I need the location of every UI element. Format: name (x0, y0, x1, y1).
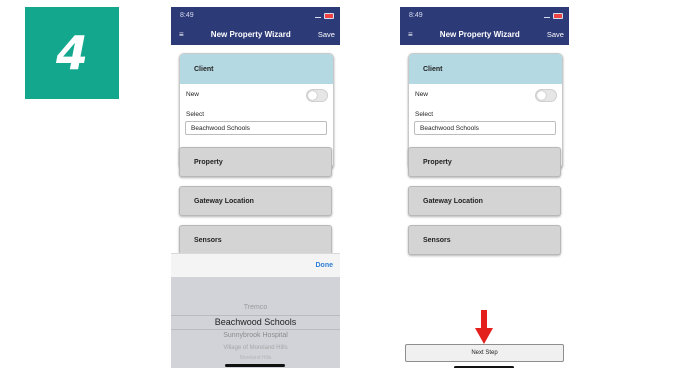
battery-icon (324, 12, 334, 19)
new-client-toggle[interactable] (306, 89, 328, 102)
new-label: New (186, 91, 200, 98)
client-header[interactable]: Client (180, 54, 333, 84)
sensors-section[interactable]: Sensors (408, 225, 561, 255)
gateway-location-section[interactable]: Gateway Location (179, 186, 332, 216)
step-badge: 4 (25, 7, 119, 99)
navbar: ≡ New Property Wizard Save (171, 24, 340, 45)
client-select-field[interactable]: Beachwood Schools (414, 121, 556, 135)
picker-option[interactable]: Tremco (171, 304, 340, 311)
picker-toolbar: Done (171, 253, 340, 277)
select-label: Select (415, 111, 434, 118)
picker-option-selected[interactable]: Beachwood Schools (171, 317, 340, 327)
phone-screen-right: 8:49 ≡ New Property Wizard Save Client N… (400, 7, 569, 368)
phone-screen-left: 8:49 ≡ New Property Wizard Save Client N… (171, 7, 340, 368)
page-title: New Property Wizard (210, 30, 291, 39)
status-bar: 8:49 (400, 7, 569, 24)
property-section[interactable]: Property (408, 147, 561, 177)
save-button[interactable]: Save (547, 30, 564, 39)
status-icons (315, 12, 334, 19)
toggle-knob (537, 91, 546, 100)
status-bar: 8:49 (171, 7, 340, 24)
navbar: ≡ New Property Wizard Save (400, 24, 569, 45)
menu-icon[interactable]: ≡ (179, 30, 184, 39)
new-label: New (415, 91, 429, 98)
battery-icon (553, 12, 563, 19)
new-client-toggle[interactable] (535, 89, 557, 102)
picker-option[interactable]: Village of Moreland Hills (171, 345, 340, 351)
page-title: New Property Wizard (439, 30, 520, 39)
wifi-icon (544, 13, 550, 18)
picker-selection-line (171, 329, 340, 330)
sensors-section[interactable]: Sensors (179, 225, 332, 255)
step-number: 4 (55, 26, 88, 80)
client-select-field[interactable]: Beachwood Schools (185, 121, 327, 135)
save-button[interactable]: Save (318, 30, 335, 39)
picker-option[interactable]: Moreland Hills (171, 355, 340, 361)
client-picker-wheel[interactable]: Tremco Beachwood Schools Sunnybrook Hosp… (171, 277, 340, 368)
toggle-knob (308, 91, 317, 100)
next-step-button[interactable]: Next Step (405, 344, 564, 362)
home-indicator (225, 364, 285, 367)
status-time: 8:49 (409, 12, 423, 19)
status-icons (544, 12, 563, 19)
client-header[interactable]: Client (409, 54, 562, 84)
select-label: Select (186, 111, 205, 118)
gateway-location-section[interactable]: Gateway Location (408, 186, 561, 216)
done-button[interactable]: Done (316, 262, 334, 269)
menu-icon[interactable]: ≡ (408, 30, 413, 39)
red-arrow-down-icon (475, 310, 493, 344)
status-time: 8:49 (180, 12, 194, 19)
picker-option[interactable]: Sunnybrook Hospital (171, 332, 340, 339)
picker-selection-line (171, 315, 340, 316)
property-section[interactable]: Property (179, 147, 332, 177)
wifi-icon (315, 13, 321, 18)
